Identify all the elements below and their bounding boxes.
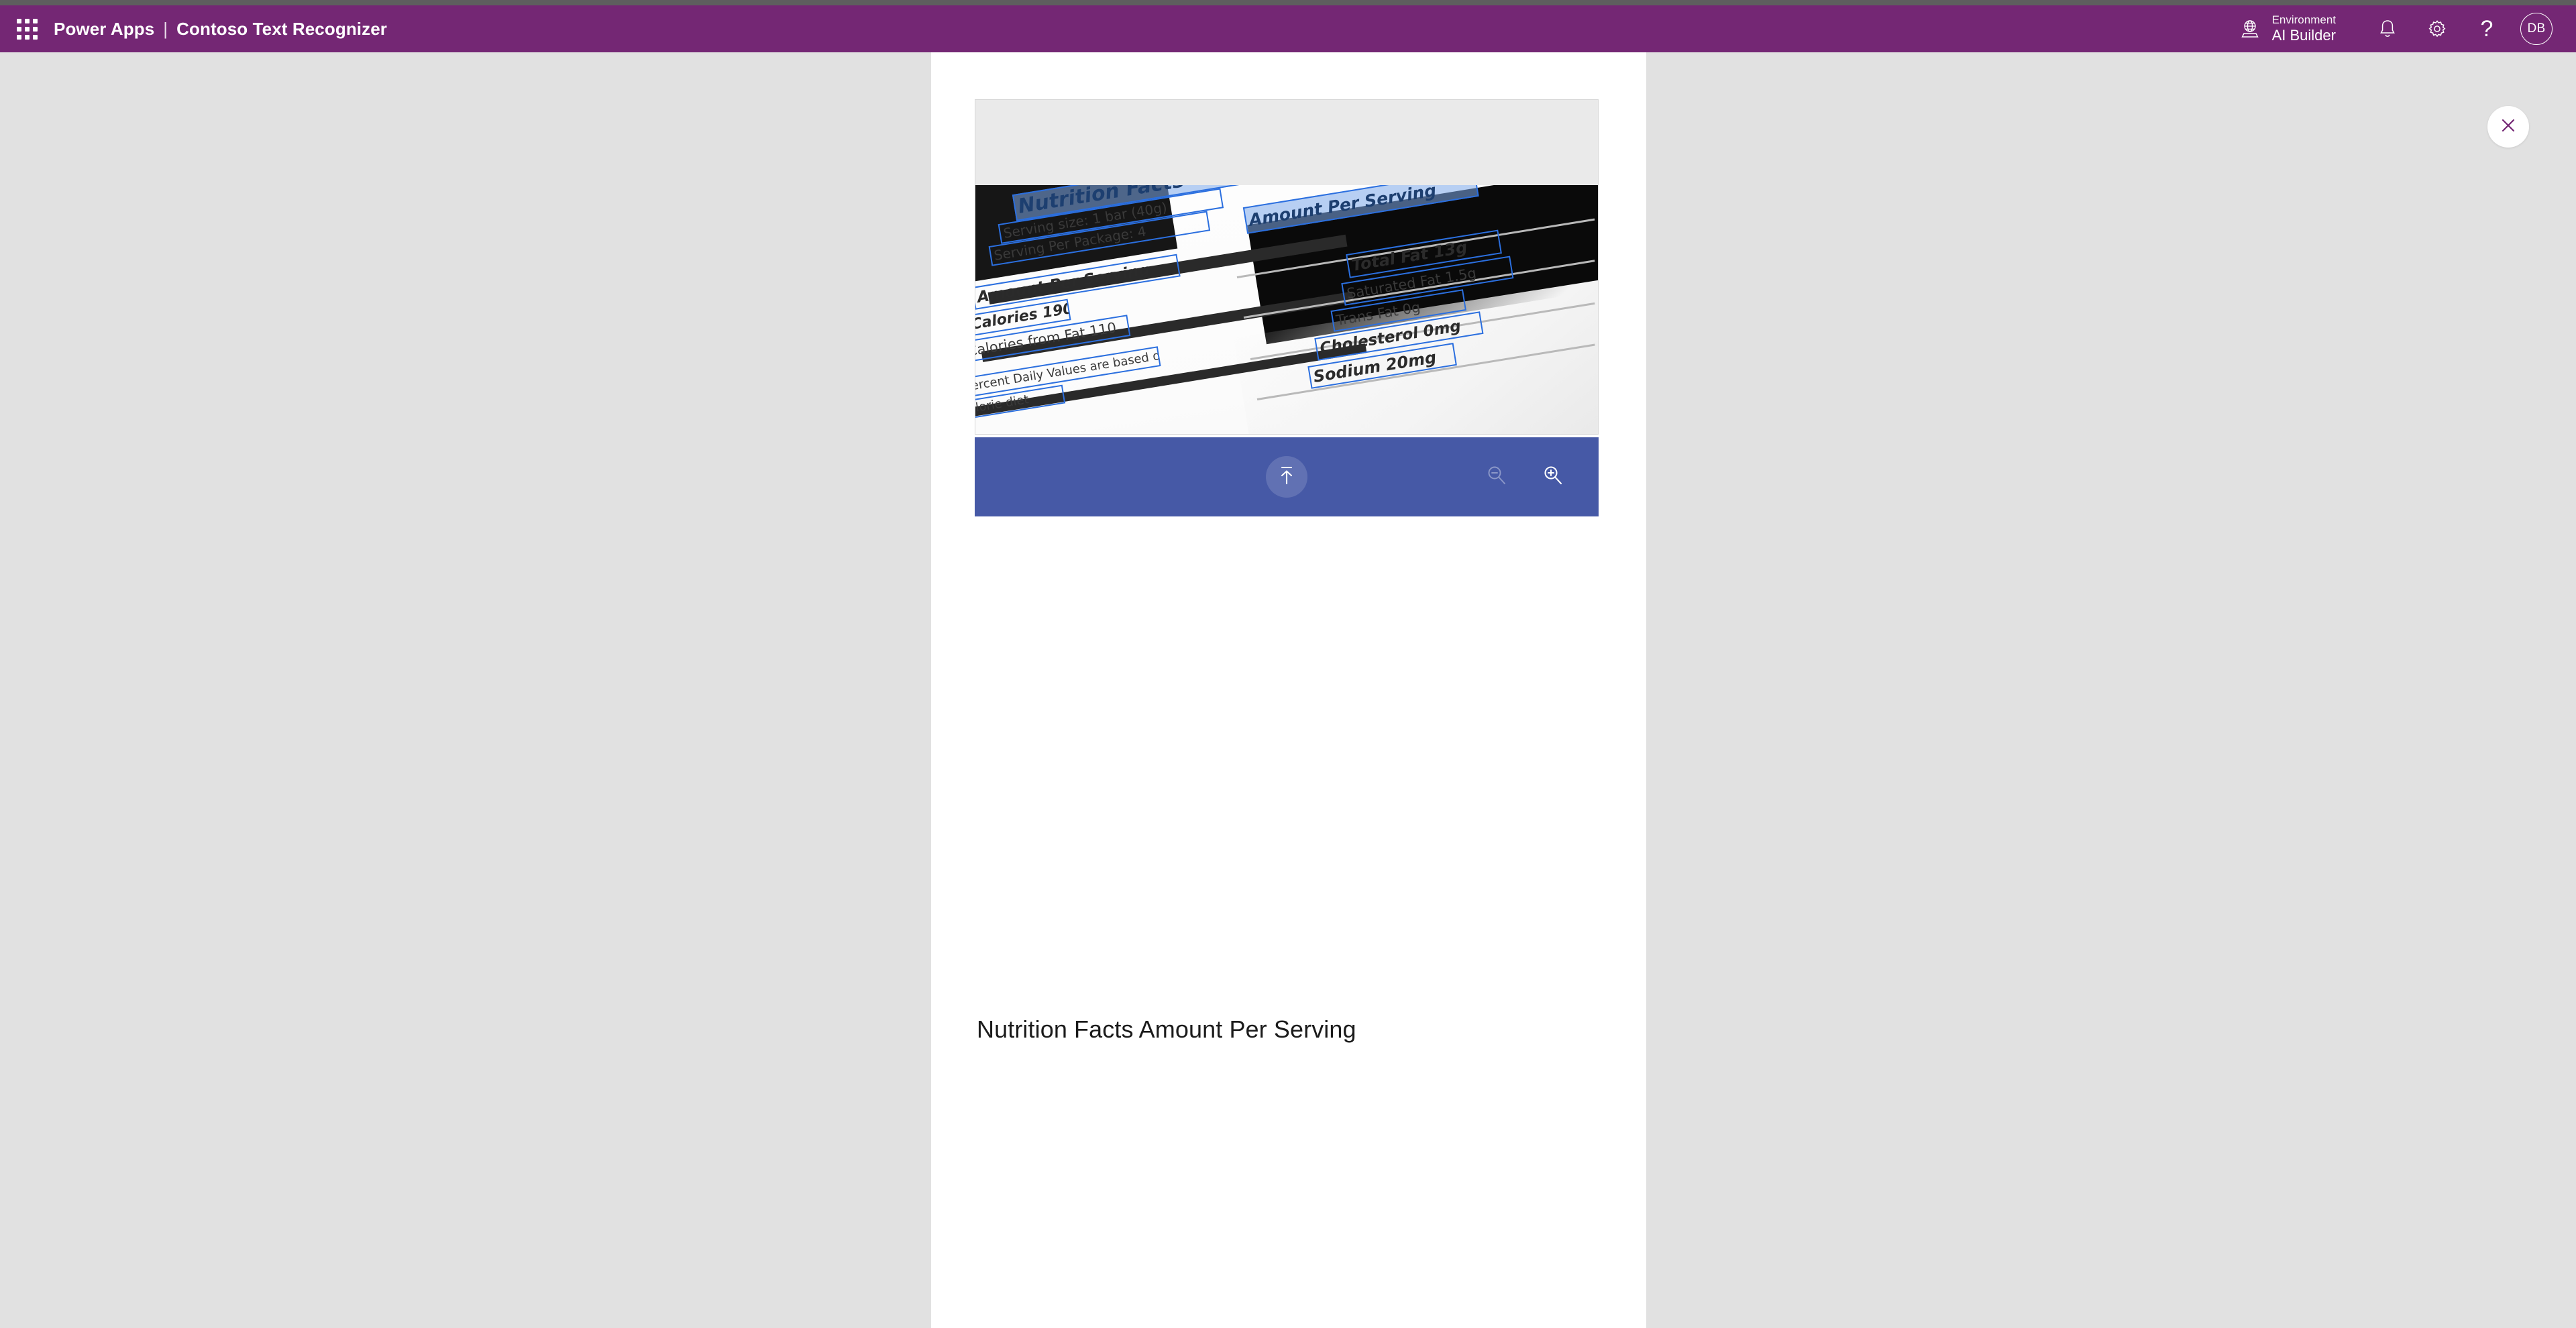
environment-label: Environment	[2271, 13, 2336, 26]
app-canvas: Nutrition Facts Serving size: 1 bar (40g…	[931, 52, 1646, 1328]
photo-canvas: Nutrition Facts Serving size: 1 bar (40g…	[975, 185, 1598, 434]
image-viewer[interactable]: Nutrition Facts Serving size: 1 bar (40g…	[975, 99, 1599, 435]
zoom-out-icon	[1485, 464, 1508, 490]
zoom-out-button[interactable]	[1478, 458, 1515, 496]
page-body: Nutrition Facts Serving size: 1 bar (40g…	[0, 52, 2576, 1328]
header-icon-group: ? DB	[2363, 5, 2561, 52]
question-mark-icon: ?	[2480, 16, 2493, 42]
avatar: DB	[2520, 13, 2553, 45]
gear-icon	[2427, 19, 2447, 39]
avatar-initials: DB	[2527, 21, 2546, 36]
environment-text: Environment AI Builder	[2272, 13, 2336, 44]
product-name: Power Apps	[54, 18, 155, 39]
close-app-button[interactable]	[2487, 106, 2529, 148]
app-name: Contoso Text Recognizer	[176, 18, 387, 39]
brand-separator: |	[163, 18, 168, 39]
nutrition-label-photo: Nutrition Facts Serving size: 1 bar (40g…	[975, 185, 1598, 434]
brand-title: Power Apps | Contoso Text Recognizer	[54, 19, 387, 40]
environment-picker[interactable]: Environment AI Builder	[2239, 13, 2336, 44]
bell-icon	[2379, 19, 2396, 39]
app-launcher-icon	[16, 18, 38, 40]
app-launcher-button[interactable]	[0, 5, 54, 52]
image-viewer-toolbar	[975, 437, 1599, 516]
settings-button[interactable]	[2412, 5, 2462, 52]
close-icon	[2500, 117, 2517, 137]
help-button[interactable]: ?	[2462, 5, 2512, 52]
globe-environment-icon	[2239, 15, 2261, 42]
zoom-controls	[1478, 458, 1572, 496]
recognized-text-label: Nutrition Facts Amount Per Serving	[977, 1015, 1356, 1043]
upload-image-button[interactable]	[1266, 456, 1307, 498]
upload-icon	[1276, 464, 1297, 490]
zoom-in-icon	[1542, 464, 1564, 490]
user-account-button[interactable]: DB	[2512, 5, 2561, 52]
notifications-button[interactable]	[2363, 5, 2412, 52]
app-header: Power Apps | Contoso Text Recognizer Env…	[0, 5, 2576, 52]
environment-value: AI Builder	[2271, 27, 2336, 44]
zoom-in-button[interactable]	[1534, 458, 1572, 496]
browser-chrome-strip	[0, 0, 2576, 5]
